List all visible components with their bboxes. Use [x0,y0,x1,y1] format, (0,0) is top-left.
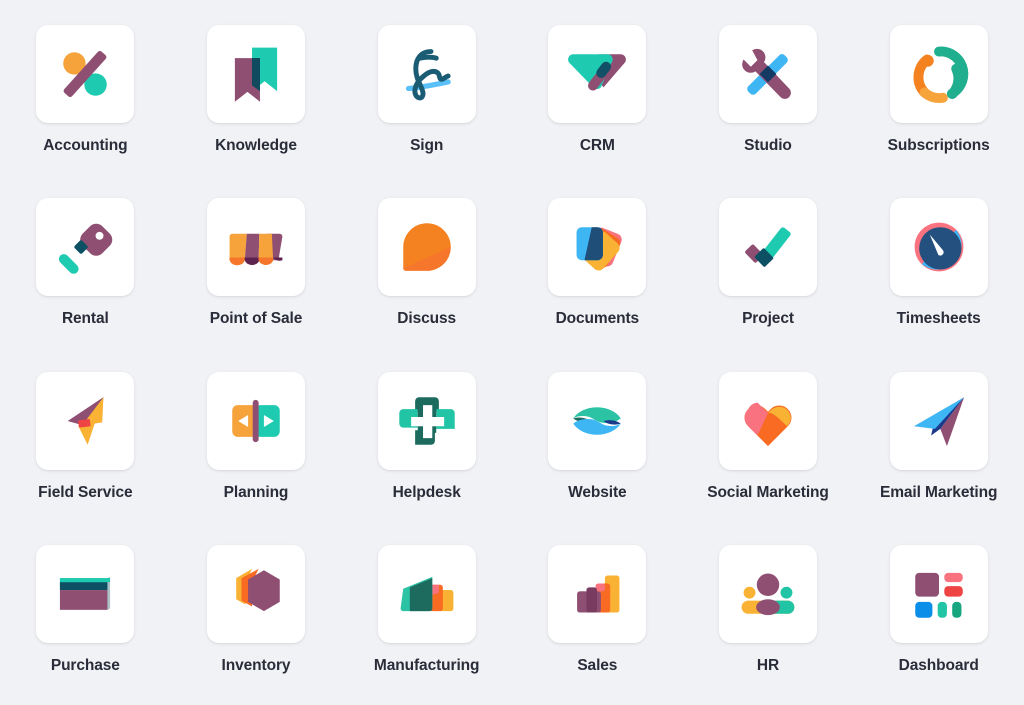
planning-icon [223,388,289,454]
crm-icon [564,41,630,107]
accounting-icon [52,41,118,107]
app-tile-website[interactable] [548,371,647,470]
app-tile-subscriptions[interactable] [889,25,988,123]
subscriptions-icon [906,41,972,107]
app-item-manufacturing[interactable]: Manufacturing [341,528,512,701]
app-tile-helpdesk[interactable] [377,371,476,470]
app-label-hr: HR [756,656,780,674]
app-tile-email-marketing[interactable] [889,371,988,470]
app-label-field-service: Field Service [38,483,133,501]
app-item-social-marketing[interactable]: Social Marketing [683,355,854,528]
app-tile-planning[interactable] [206,371,305,470]
app-item-field-service[interactable]: Field Service [0,355,171,528]
project-icon [735,214,801,280]
app-tile-crm[interactable] [548,25,647,123]
app-label-point-of-sale: Point of Sale [209,310,303,328]
inventory-icon [223,561,289,627]
app-item-crm[interactable]: CRM [512,8,683,181]
rental-icon [52,214,118,280]
app-item-hr[interactable]: HR [683,528,854,701]
field-service-icon [52,388,118,454]
app-item-documents[interactable]: Documents [512,181,683,354]
app-label-subscriptions: Subscriptions [887,137,990,154]
hr-icon [735,561,801,627]
app-label-planning: Planning [223,483,289,501]
app-label-accounting: Accounting [43,137,128,154]
app-item-helpdesk[interactable]: Helpdesk [341,355,512,528]
app-label-timesheets: Timesheets [896,310,981,328]
app-item-dashboard[interactable]: Dashboard [853,528,1024,701]
app-label-manufacturing: Manufacturing [373,656,480,674]
app-label-social-marketing: Social Marketing [707,483,829,501]
app-tile-accounting[interactable] [36,25,135,123]
app-item-sign[interactable]: Sign [341,8,512,181]
app-label-purchase: Purchase [50,656,120,674]
discuss-icon [394,214,460,280]
app-label-knowledge: Knowledge [215,137,297,154]
point-of-sale-icon [223,214,289,280]
app-tile-manufacturing[interactable] [377,544,476,643]
app-item-knowledge[interactable]: Knowledge [171,8,342,181]
app-label-discuss: Discuss [397,310,457,328]
timesheets-icon [906,214,972,280]
app-tile-social-marketing[interactable] [718,371,817,470]
app-item-purchase[interactable]: Purchase [0,528,171,701]
app-tile-rental[interactable] [36,198,135,297]
app-tile-sign[interactable] [377,25,476,123]
sales-icon [564,561,630,627]
app-item-planning[interactable]: Planning [171,355,342,528]
app-tile-project[interactable] [718,198,817,297]
app-item-rental[interactable]: Rental [0,181,171,354]
app-label-documents: Documents [555,310,640,328]
app-label-sign: Sign [410,137,444,154]
app-tile-point-of-sale[interactable] [206,198,305,297]
app-item-email-marketing[interactable]: Email Marketing [853,355,1024,528]
social-marketing-icon [735,388,801,454]
app-label-crm: CRM [579,137,615,154]
purchase-icon [52,561,118,627]
app-item-accounting[interactable]: Accounting [0,8,171,181]
app-tile-inventory[interactable] [206,544,305,643]
app-label-helpdesk: Helpdesk [392,483,461,501]
app-item-studio[interactable]: Studio [683,8,854,181]
app-label-studio: Studio [744,137,792,154]
app-item-inventory[interactable]: Inventory [171,528,342,701]
app-label-sales: Sales [577,656,618,674]
app-label-rental: Rental [61,310,109,328]
app-label-email-marketing: Email Marketing [879,483,998,501]
app-tile-sales[interactable] [548,544,647,643]
app-tile-purchase[interactable] [36,544,135,643]
studio-icon [735,41,801,107]
app-item-discuss[interactable]: Discuss [341,181,512,354]
app-tile-documents[interactable] [548,198,647,297]
app-tile-knowledge[interactable] [206,25,305,123]
apps-grid: Accounting Knowledge Sign CRM Studio Sub… [0,0,1024,705]
app-tile-hr[interactable] [718,544,817,643]
helpdesk-icon [394,388,460,454]
app-item-subscriptions[interactable]: Subscriptions [853,8,1024,181]
app-item-point-of-sale[interactable]: Point of Sale [171,181,342,354]
documents-icon [564,214,630,280]
app-label-inventory: Inventory [221,656,291,674]
app-label-dashboard: Dashboard [898,656,979,674]
app-tile-field-service[interactable] [36,371,135,470]
app-item-sales[interactable]: Sales [512,528,683,701]
app-tile-dashboard[interactable] [889,544,988,643]
knowledge-icon [223,41,289,107]
app-tile-discuss[interactable] [377,198,476,297]
app-tile-timesheets[interactable] [889,198,988,297]
sign-icon [394,41,460,107]
website-icon [564,388,630,454]
app-label-project: Project [742,310,794,328]
manufacturing-icon [394,561,460,627]
email-marketing-icon [906,388,972,454]
app-item-project[interactable]: Project [683,181,854,354]
dashboard-icon [906,561,972,627]
app-tile-studio[interactable] [718,25,817,123]
app-item-timesheets[interactable]: Timesheets [853,181,1024,354]
app-label-website: Website [568,483,627,501]
app-item-website[interactable]: Website [512,355,683,528]
